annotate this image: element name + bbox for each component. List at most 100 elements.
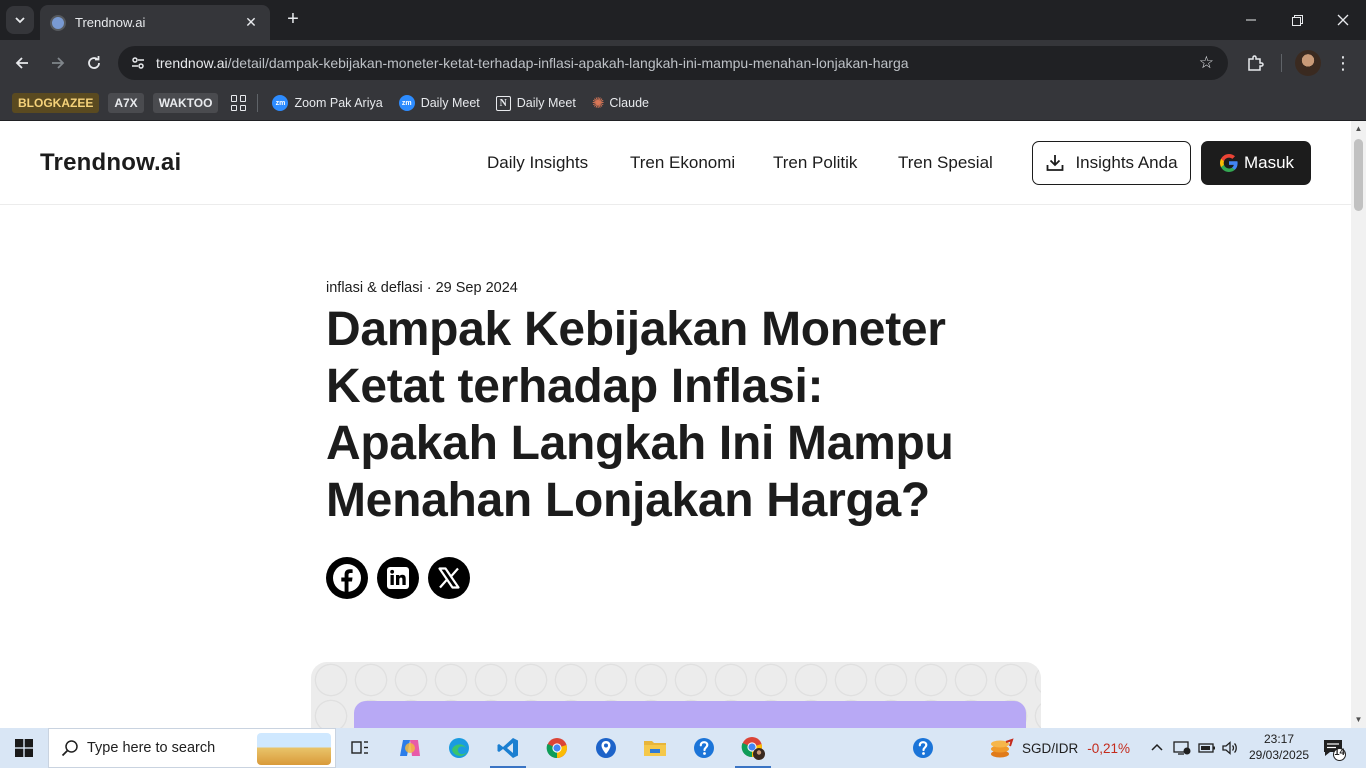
close-window-button[interactable] — [1320, 0, 1366, 40]
arrow-right-icon — [52, 57, 65, 69]
scroll-up-arrow[interactable]: ▲ — [1354, 124, 1363, 133]
tab-search-button[interactable] — [6, 6, 34, 34]
task-view-button[interactable] — [336, 728, 384, 768]
kebab-menu-icon[interactable]: ⋮ — [1330, 50, 1356, 76]
extensions-button[interactable] — [1240, 48, 1270, 78]
new-tab-button[interactable]: + — [282, 8, 304, 30]
tab-title: Trendnow.ai — [75, 15, 146, 30]
show-hidden-icons-button[interactable] — [1150, 728, 1164, 768]
speaker-icon — [1222, 741, 1237, 755]
edge-icon — [449, 738, 469, 758]
facebook-icon — [333, 564, 361, 592]
start-button[interactable] — [0, 728, 48, 768]
bookmark-a7x[interactable]: A7X — [108, 93, 144, 113]
url-text: trendnow.ai/detail/dampak-kebijakan-mone… — [156, 55, 909, 71]
site-logo[interactable]: Trendnow.ai — [40, 149, 181, 177]
nav-tren-ekonomi[interactable]: Tren Ekonomi — [630, 153, 735, 173]
claude-icon: ✺ — [591, 95, 605, 112]
bookmark-blogkazee[interactable]: BLOGKAZEE — [12, 93, 100, 113]
browser-tab-bar: Trendnow.ai ✕ + — [0, 0, 1366, 40]
article-hero-image — [311, 662, 1041, 728]
currency-change: -0,21% — [1087, 740, 1131, 756]
bookmark-daily-meet-zoom[interactable]: zm Daily Meet — [398, 95, 480, 111]
download-icon — [1047, 155, 1064, 171]
currency-widget[interactable]: SGD/IDR -0,21% — [988, 728, 1130, 768]
zoom-icon: zm — [272, 95, 289, 111]
profile-avatar[interactable] — [1295, 50, 1321, 76]
address-bar[interactable]: trendnow.ai/detail/dampak-kebijakan-mone… — [118, 46, 1228, 80]
bookmark-zoom-pak-ariya[interactable]: zm Zoom Pak Ariya — [272, 95, 383, 111]
bookmark-label: Daily Meet — [516, 96, 576, 110]
chrome-icon — [546, 738, 567, 759]
notification-center-button[interactable]: 14 — [1322, 737, 1346, 761]
taskbar-help[interactable] — [680, 728, 728, 768]
web-page: Trendnow.ai Daily Insights Tren Ekonomi … — [0, 121, 1351, 728]
coins-icon — [991, 738, 1014, 758]
login-button[interactable]: Masuk — [1201, 141, 1311, 185]
bookmarks-bar: BLOGKAZEE A7X WAKTOO zm Zoom Pak Ariya z… — [0, 86, 1366, 121]
scroll-thumb[interactable] — [1354, 139, 1363, 211]
reload-button[interactable] — [79, 48, 109, 78]
browser-toolbar: trendnow.ai/detail/dampak-kebijakan-mone… — [0, 40, 1366, 86]
task-view-icon — [351, 741, 368, 754]
taskbar-file-explorer[interactable] — [631, 728, 679, 768]
site-info-button[interactable] — [120, 46, 156, 80]
nav-tren-spesial[interactable]: Tren Spesial — [898, 153, 993, 173]
bookmark-daily-meet-notion[interactable]: N Daily Meet — [495, 95, 576, 111]
taskbar-chrome-profile[interactable] — [729, 728, 777, 768]
restore-icon — [1291, 14, 1303, 26]
x-logo-icon — [438, 567, 460, 589]
nav-daily-insights[interactable]: Daily Insights — [487, 153, 588, 173]
bookmark-label: Zoom Pak Ariya — [294, 96, 383, 110]
copilot-icon — [400, 740, 420, 756]
bookmark-label: Daily Meet — [420, 96, 480, 110]
currency-pair: SGD/IDR — [1022, 740, 1079, 756]
search-icon — [61, 740, 78, 757]
login-label: Masuk — [1243, 153, 1295, 172]
share-linkedin-button[interactable] — [377, 557, 419, 599]
insights-anda-button[interactable]: Insights Anda — [1032, 141, 1191, 185]
puzzle-icon — [1248, 55, 1264, 71]
folder-icon — [644, 741, 666, 756]
volume-control[interactable] — [1221, 728, 1239, 768]
scroll-down-arrow[interactable]: ▼ — [1354, 715, 1363, 724]
taskbar-vscode[interactable] — [484, 728, 532, 768]
taskbar-maps[interactable] — [582, 728, 630, 768]
help-icon — [694, 738, 714, 758]
insights-anda-label: Insights Anda — [1075, 153, 1178, 172]
vscode-icon — [497, 738, 518, 758]
bookmark-claude[interactable]: ✺ Claude — [592, 94, 649, 112]
taskbar-chrome[interactable] — [533, 728, 581, 768]
tray-help-button[interactable] — [912, 728, 934, 768]
article-title: Dampak Kebijakan Moneter Ketat terhadap … — [326, 303, 954, 527]
system-clock[interactable]: 23:17 29/03/2025 — [1249, 731, 1309, 763]
notion-icon: N — [495, 95, 511, 111]
back-button[interactable] — [7, 48, 37, 78]
bookmark-star-icon[interactable]: ☆ — [1199, 53, 1214, 73]
close-tab-icon[interactable]: ✕ — [242, 14, 260, 31]
taskbar-search-placeholder: Type here to search — [87, 740, 216, 756]
nav-tren-politik[interactable]: Tren Politik — [773, 153, 857, 173]
globe-icon — [50, 14, 66, 31]
battery-icon — [1198, 743, 1215, 753]
taskbar-copilot[interactable] — [386, 728, 434, 768]
minimize-button[interactable] — [1228, 0, 1274, 40]
browser-tab-active[interactable]: Trendnow.ai ✕ — [40, 5, 270, 40]
zoom-icon: zm — [398, 95, 415, 111]
bookmark-waktoo[interactable]: WAKTOO — [152, 93, 219, 113]
forward-button[interactable] — [43, 48, 73, 78]
hero-illustration-panel — [354, 701, 1026, 728]
chrome-profile-icon — [741, 737, 765, 760]
page-scrollbar[interactable]: ▲ ▼ — [1351, 121, 1366, 728]
battery-status[interactable] — [1198, 728, 1216, 768]
bookmark-label: Claude — [609, 96, 649, 110]
share-x-button[interactable] — [428, 557, 470, 599]
linkedin-icon — [387, 567, 409, 589]
taskbar-edge[interactable] — [435, 728, 483, 768]
article-meta: inflasi & deflasi · 29 Sep 2024 — [326, 280, 518, 296]
share-facebook-button[interactable] — [326, 557, 368, 599]
taskbar-search-box[interactable]: Type here to search — [48, 728, 336, 768]
network-status[interactable] — [1173, 728, 1191, 768]
apps-grid-icon[interactable] — [231, 95, 247, 111]
restore-button[interactable] — [1274, 0, 1320, 40]
